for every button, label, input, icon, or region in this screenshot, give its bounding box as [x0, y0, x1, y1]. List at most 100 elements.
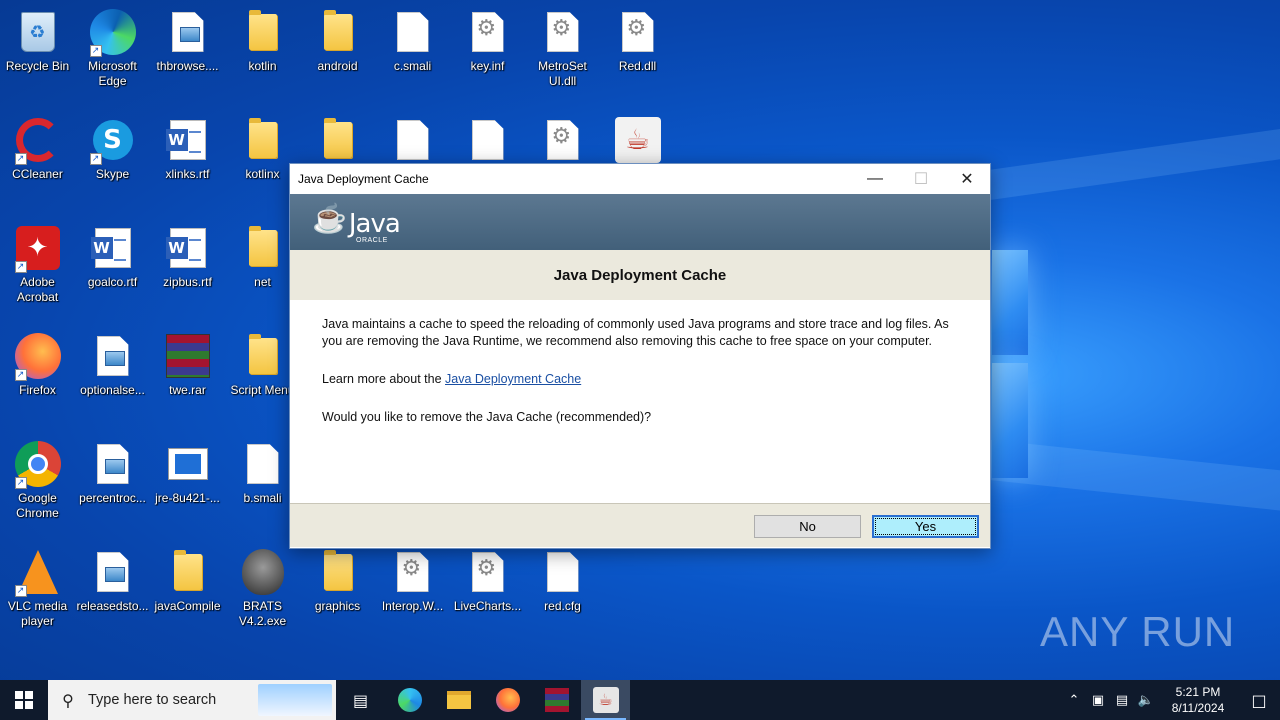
desktop-icon[interactable]: S ↗ Skype [75, 108, 150, 213]
desktop-icon-label: Interop.W... [381, 599, 444, 613]
dialog-heading: Java Deployment Cache [290, 250, 990, 300]
winrar-icon [163, 331, 213, 381]
word-doc-icon [163, 223, 213, 273]
windows-logo-pane [992, 250, 1028, 355]
oracle-logo-text: ORACLE [356, 237, 388, 244]
system-tray: ⌃ ▣ ▤ 🔈 5:21 PM 8/11/2024 □ [1062, 680, 1280, 720]
image-file-icon [88, 439, 138, 489]
start-button[interactable] [0, 680, 48, 720]
desktop-icon-label: goalco.rtf [87, 275, 138, 289]
desktop-icon[interactable]: key.inf [450, 0, 525, 105]
shortcut-arrow-icon: ↗ [14, 153, 27, 165]
shortcut-arrow-icon: ↗ [14, 369, 27, 381]
desktop-icon[interactable]: javaCompile [150, 540, 225, 645]
desktop-icon-label: Recycle Bin [5, 59, 70, 73]
taskbar-file-explorer[interactable] [434, 680, 483, 720]
desktop-icon[interactable]: ♻ Recycle Bin [0, 0, 75, 105]
volume-icon[interactable]: 🔈 [1134, 693, 1158, 708]
desktop-icon[interactable]: graphics [300, 540, 375, 645]
search-icon: ⚲ [62, 690, 74, 710]
notification-icon[interactable]: □ [1238, 691, 1280, 710]
word-doc-icon [163, 115, 213, 165]
windows-logo-pane [992, 363, 1028, 478]
desktop-icon[interactable]: ↗ Microsoft Edge [75, 0, 150, 105]
image-file-icon [163, 7, 213, 57]
desktop-icon-label: zipbus.rtf [163, 275, 212, 289]
clock-date: 8/11/2024 [1171, 701, 1225, 715]
desktop-icon-label: percentroc... [79, 491, 146, 505]
firefox-icon [495, 688, 520, 712]
firefox-icon: ↗ [13, 331, 63, 381]
desktop-icon-label: optionalse... [80, 383, 145, 397]
desktop-icon[interactable]: Red.dll [600, 0, 675, 105]
desktop-icon[interactable]: ✦ ↗ Adobe Acrobat [0, 216, 75, 321]
desktop-icon-label: Microsoft Edge [88, 59, 137, 88]
close-button[interactable]: ✕ [944, 164, 990, 194]
shortcut-arrow-icon: ↗ [89, 153, 102, 165]
minimize-button[interactable]: — [852, 164, 898, 194]
java-deployment-cache-link[interactable]: Java Deployment Cache [445, 372, 581, 386]
desktop-icon-label: releasedsto... [76, 599, 149, 613]
desktop-icon[interactable]: twe.rar [150, 324, 225, 429]
desktop-icon[interactable]: ↗ Google Chrome [0, 432, 75, 537]
clock-time: 5:21 PM [1175, 685, 1221, 699]
desktop-icon-label: xlinks.rtf [165, 167, 210, 181]
dialog-title: Java Deployment Cache [298, 172, 429, 186]
windows-start-icon [15, 691, 33, 709]
desktop-icon[interactable]: thbrowse.... [150, 0, 225, 105]
dialog-titlebar[interactable]: Java Deployment Cache — ☐ ✕ [290, 164, 990, 194]
folder-icon [313, 115, 363, 165]
remove-cache-question: Would you like to remove the Java Cache … [322, 410, 652, 424]
taskbar-winrar[interactable] [532, 680, 581, 720]
taskbar-edge[interactable] [385, 680, 434, 720]
desktop-icon[interactable]: MetroSet UI.dll [525, 0, 600, 105]
no-button[interactable]: No [754, 515, 861, 538]
desktop-icon[interactable]: Interop.W... [375, 540, 450, 645]
dialog-body: Java maintains a cache to speed the relo… [290, 300, 990, 503]
desktop-icon-label: red.cfg [544, 599, 581, 613]
network-icon[interactable]: ▤ [1110, 693, 1134, 708]
learn-more-line: Learn more about the Java Deployment Cac… [322, 371, 958, 388]
ccleaner-icon: ↗ [13, 115, 63, 165]
java-logo: ☕ Java ORACLE [312, 199, 401, 244]
acrobat-icon: ✦ ↗ [13, 223, 63, 273]
desktop-icon-label: c.smali [393, 59, 432, 73]
java-cup-icon: ☕ [312, 203, 347, 234]
desktop-icon[interactable]: red.cfg [525, 540, 600, 645]
task-view-button[interactable]: ▤ [336, 680, 385, 720]
task-view-icon: ▤ [352, 690, 369, 710]
edge-icon [397, 688, 422, 712]
desktop-icon[interactable]: ↗ VLC media player [0, 540, 75, 645]
desktop-icon-label: CCleaner [12, 167, 63, 181]
desktop-icon[interactable]: c.smali [375, 0, 450, 105]
yes-button[interactable]: Yes [872, 515, 979, 538]
folder-icon [238, 115, 288, 165]
desktop-icon[interactable]: ↗ Firefox [0, 324, 75, 429]
chevron-up-icon[interactable]: ⌃ [1062, 693, 1086, 708]
desktop-icon[interactable]: ↗ CCleaner [0, 108, 75, 213]
desktop-icon[interactable]: LiveCharts... [450, 540, 525, 645]
edge-icon: ↗ [88, 7, 138, 57]
desktop-icon[interactable]: kotlin [225, 0, 300, 105]
taskbar-clock[interactable]: 5:21 PM 8/11/2024 [1158, 684, 1238, 716]
desktop-icon-label: Skype [95, 167, 130, 181]
desktop-icon[interactable]: zipbus.rtf [150, 216, 225, 321]
taskbar-firefox[interactable] [483, 680, 532, 720]
desktop-icon[interactable]: releasedsto... [75, 540, 150, 645]
desktop-icon-label: twe.rar [169, 383, 206, 397]
desktop-icon-label: Adobe Acrobat [16, 275, 59, 304]
network-device-icon[interactable]: ▣ [1086, 693, 1110, 708]
desktop-icon[interactable]: jre-8u421-... [150, 432, 225, 537]
desktop-icon[interactable]: BRATS V4.2.exe [225, 540, 300, 645]
java-banner: ☕ Java ORACLE [290, 194, 990, 250]
word-doc-icon [88, 223, 138, 273]
desktop-icon[interactable]: goalco.rtf [75, 216, 150, 321]
skype-icon: S ↗ [88, 115, 138, 165]
alien-exe-icon [238, 547, 288, 597]
desktop-icon[interactable]: android [300, 0, 375, 105]
desktop-icon[interactable]: percentroc... [75, 432, 150, 537]
desktop-icon[interactable]: optionalse... [75, 324, 150, 429]
taskbar-java[interactable]: ☕ [581, 680, 630, 720]
taskbar-search-box[interactable]: ⚲ Type here to search [48, 680, 336, 720]
desktop-icon[interactable]: xlinks.rtf [150, 108, 225, 213]
